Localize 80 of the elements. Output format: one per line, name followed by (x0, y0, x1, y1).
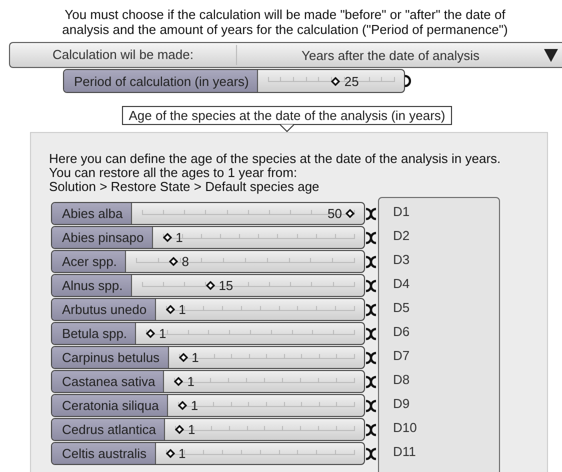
connector-grip-icon (365, 398, 377, 412)
slider-label: Alnus spp. (52, 275, 132, 296)
species-slider[interactable]: Abies alba 50 (51, 202, 365, 225)
connector-grip-icon (365, 422, 377, 436)
species-slider[interactable]: Cedrus atlantica 1 (51, 418, 365, 441)
output-label: D1 (393, 204, 410, 218)
slider-label: Abies pinsapo (52, 227, 153, 248)
dropdown-value: Years after the date of analysis (300, 48, 481, 62)
dropdown-arrow-icon (544, 48, 558, 62)
slider-thumb[interactable] (174, 425, 184, 434)
slider-value: 1 (178, 302, 186, 317)
species-slider[interactable]: Alnus spp. 15 (51, 274, 365, 297)
connector-grip-icon (365, 254, 377, 268)
panel-text: Here you can define the age of the species at the date of the analysis in years. (49, 152, 502, 166)
connector-grip-icon (365, 278, 377, 292)
species-slider[interactable]: Celtis australis 1 (51, 442, 365, 465)
connector-grip-icon (365, 206, 377, 220)
slider-value: 15 (218, 278, 234, 293)
slider-value: 50 (328, 206, 342, 221)
slider-value: 25 (344, 74, 359, 88)
slider-value: 1 (187, 374, 194, 389)
connector-grip-icon (365, 446, 377, 460)
callout-tail-icon (280, 124, 294, 132)
slider-label: Arbutus unedo (52, 299, 156, 320)
panel-text: Solution > Restore State > Default species age (49, 180, 320, 194)
slider-thumb[interactable] (168, 257, 178, 266)
output-label: D7 (393, 348, 410, 362)
slider-label: Cedrus atlantica (52, 419, 165, 440)
slider-value: 1 (192, 350, 199, 365)
panel-text: You can restore all the ages to 1 year from: (49, 166, 298, 180)
connector-grip-icon (365, 374, 377, 388)
connector-grip-icon (365, 350, 377, 364)
slider-thumb[interactable] (178, 353, 188, 362)
slider-label: Abies alba (52, 203, 132, 224)
slider-label: Ceratonia siliqua (52, 395, 168, 416)
slider-value: 1 (159, 326, 166, 341)
output-label: D6 (393, 324, 410, 338)
slider-label: Betula spp. (52, 323, 136, 344)
slider-value: 1 (176, 230, 183, 245)
species-slider[interactable]: Arbutus unedo 1 (51, 298, 365, 321)
slider-label: Castanea sativa (52, 371, 164, 392)
slider-label: Celtis australis (52, 443, 156, 464)
connector-grip-icon (365, 326, 377, 340)
species-slider[interactable]: Acer spp. 8 (51, 250, 365, 273)
dropdown-label: Calculation wil be made: (10, 45, 237, 65)
slider-label: Carpinus betulus (52, 347, 169, 368)
slider-label: Acer spp. (52, 251, 126, 272)
slider-thumb[interactable] (346, 209, 355, 218)
instructions-text: You must choose if the calculation will be made "before" or "after" the date of analysis and the amount of years for the calculation ("Period of permanence") (61, 7, 509, 37)
slider-value: 8 (182, 254, 190, 269)
species-slider[interactable]: Castanea sativa 1 (51, 370, 365, 393)
slider-thumb[interactable] (166, 449, 175, 458)
slider-value: 1 (190, 398, 198, 413)
slider-thumb[interactable] (162, 233, 172, 242)
output-label: D5 (393, 300, 410, 314)
output-label: D3 (393, 252, 410, 266)
slider-value: 1 (188, 422, 196, 437)
output-label: D10 (393, 420, 417, 434)
output-label: D11 (393, 444, 416, 458)
connector-grip-icon (365, 302, 377, 316)
species-slider[interactable]: Ceratonia siliqua 1 (51, 394, 365, 417)
slider-label: Period of calculation (in years) (64, 70, 258, 92)
output-label: D4 (393, 276, 410, 290)
output-label: D9 (393, 396, 410, 410)
slider-thumb[interactable] (174, 377, 184, 386)
slider-thumb[interactable] (146, 329, 156, 338)
output-label: D2 (393, 228, 410, 242)
slider-thumb[interactable] (178, 401, 187, 410)
slider-thumb[interactable] (331, 76, 340, 86)
calculation-dropdown[interactable]: Calculation wil be made: Years after the date of analysis (9, 42, 562, 68)
output-label: D8 (393, 372, 410, 386)
slider-thumb[interactable] (166, 305, 175, 314)
output-grip-icon (404, 74, 411, 88)
species-slider[interactable]: Carpinus betulus 1 (51, 346, 365, 369)
slider-thumb[interactable] (206, 281, 215, 290)
species-slider[interactable]: Abies pinsapo 1 (51, 226, 365, 249)
species-slider[interactable]: Betula spp. 1 (51, 322, 365, 345)
slider-value: 1 (178, 446, 186, 461)
connector-grip-icon (365, 230, 377, 244)
period-slider[interactable]: Period of calculation (in years) 25 (63, 69, 405, 93)
